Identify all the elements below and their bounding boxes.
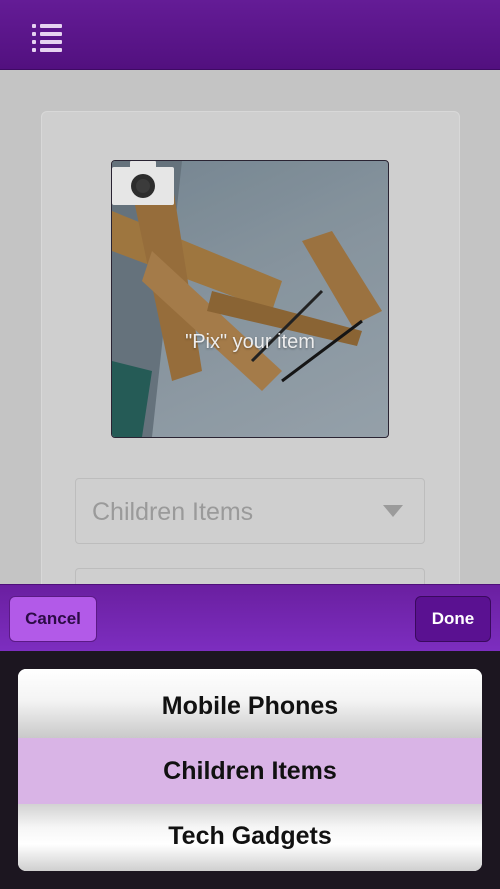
caret-down-icon <box>383 505 403 517</box>
category-dropdown[interactable]: Children Items <box>75 478 425 544</box>
top-app-bar <box>0 0 500 69</box>
category-picker-panel: Mobile Phones Children Items Tech Gadget… <box>0 651 500 889</box>
cancel-button[interactable]: Cancel <box>9 596 97 642</box>
picker-option-tech-gadgets[interactable]: Tech Gadgets <box>18 804 482 871</box>
item-photo-button[interactable]: "Pix" your item <box>111 160 389 438</box>
picker-option-children-items[interactable]: Children Items <box>18 738 482 804</box>
category-picker-wheel[interactable]: Mobile Phones Children Items Tech Gadget… <box>18 669 482 871</box>
pix-your-item-label: "Pix" your item <box>185 331 315 353</box>
picker-option-mobile-phones[interactable]: Mobile Phones <box>18 669 482 738</box>
picker-action-bar: Cancel Done <box>0 584 500 652</box>
camera-icon <box>112 161 174 205</box>
list-menu-icon[interactable] <box>32 24 62 52</box>
done-button[interactable]: Done <box>415 596 491 642</box>
category-dropdown-value: Children Items <box>92 498 254 526</box>
